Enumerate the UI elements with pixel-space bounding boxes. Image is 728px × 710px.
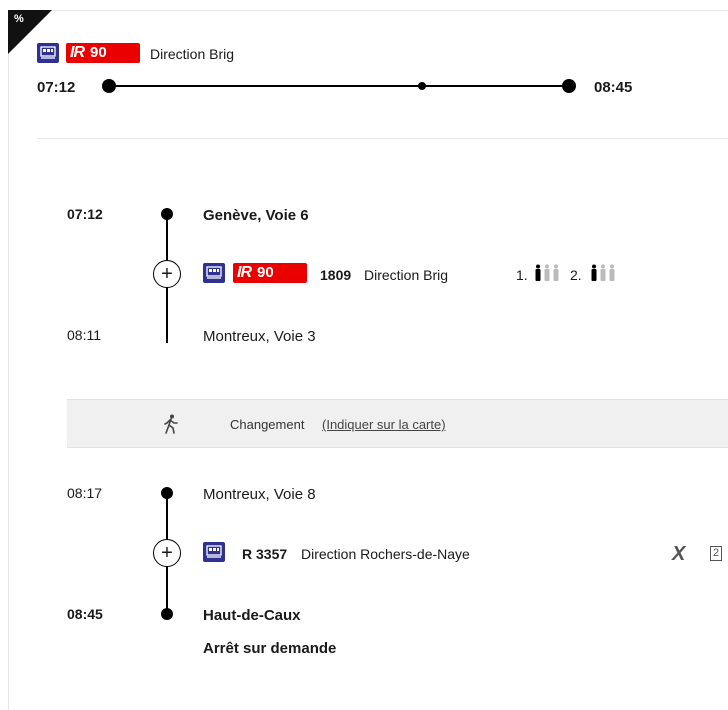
- train-icon: [203, 263, 225, 283]
- show-on-map-link[interactable]: (Indiquer sur la carte): [322, 417, 446, 432]
- divider: [37, 138, 728, 139]
- reservation-info-icon: X: [672, 543, 686, 565]
- ir-logo: IR: [70, 44, 85, 61]
- timeline-line: [110, 85, 568, 87]
- line-badge: IR 90: [233, 263, 307, 283]
- class-2-only-badge: 2: [710, 546, 723, 561]
- expand-leg1-button[interactable]: +: [153, 260, 181, 288]
- leg1-depart-stop: Genève, Voie 6: [203, 207, 309, 224]
- leg2-direction: Direction Rochers-de-Naye: [301, 546, 470, 562]
- leg1-arrive-time: 08:11: [67, 327, 101, 343]
- line-number: 90: [257, 264, 274, 281]
- occupancy-class1-icon: [534, 264, 562, 285]
- timeline-end-dot: [562, 79, 576, 93]
- expand-leg2-button[interactable]: +: [153, 539, 181, 567]
- leg2-end-dot: [161, 608, 173, 620]
- request-stop-note: Arrêt sur demande: [203, 640, 337, 657]
- leg2-depart-time: 08:17: [67, 485, 103, 501]
- line-badge: IR 90: [66, 43, 140, 63]
- summary-depart-time: 07:12: [37, 79, 76, 96]
- timeline-transfer-dot: [418, 82, 426, 90]
- leg2-arrive-time: 08:45: [67, 606, 103, 622]
- leg1-arrive-stop: Montreux, Voie 3: [203, 328, 316, 345]
- walking-person-icon: [163, 414, 179, 437]
- connection-card: [8, 10, 728, 710]
- line-number: 90: [90, 44, 107, 61]
- occupancy-class2-icon: [590, 264, 618, 285]
- leg1-depart-time: 07:12: [67, 206, 103, 222]
- leg2-arrive-stop: Haut-de-Caux: [203, 607, 301, 624]
- class2-label: 2.: [570, 267, 582, 283]
- transfer-label: Changement: [230, 417, 305, 432]
- leg1-direction: Direction Brig: [364, 267, 449, 283]
- percent-icon: %: [14, 13, 24, 25]
- leg2-depart-stop: Montreux, Voie 8: [203, 486, 316, 503]
- leg2-train-number: R 3357: [242, 546, 288, 562]
- summary-arrive-time: 08:45: [594, 79, 633, 96]
- train-icon: [37, 43, 59, 63]
- summary-direction: Direction Brig: [150, 46, 235, 62]
- leg1-train-number: 1809: [320, 267, 352, 283]
- class1-label: 1.: [516, 267, 528, 283]
- ir-logo: IR: [237, 264, 252, 281]
- train-icon: [203, 542, 225, 562]
